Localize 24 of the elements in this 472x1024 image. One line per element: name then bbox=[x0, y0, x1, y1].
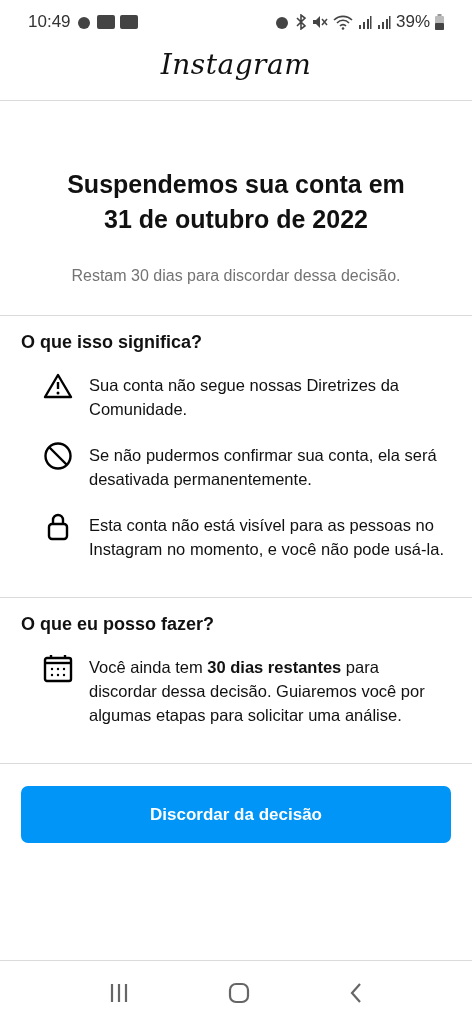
info-text: Sua conta não segue nossas Diretrizes da Comunidade. bbox=[89, 375, 401, 420]
prohibited-icon bbox=[43, 441, 73, 471]
recent-apps-icon[interactable] bbox=[109, 982, 130, 1003]
home-icon[interactable] bbox=[228, 981, 250, 1004]
warning-icon bbox=[43, 371, 73, 401]
info-text: Você ainda tem 30 dias restantes para discordar dessa decisão. Guiaremos você por algumas etapas para solicitar uma análise. bbox=[89, 657, 426, 726]
clock-time: 10:49 bbox=[28, 12, 71, 32]
wifi-icon bbox=[332, 14, 353, 30]
battery-percent: 39% bbox=[395, 12, 430, 32]
page-title: Suspendemos sua conta em 31 de outubro de 2022 bbox=[66, 169, 406, 235]
calendar-icon bbox=[43, 653, 73, 683]
mute-icon bbox=[311, 14, 328, 30]
bluetooth-icon bbox=[294, 14, 307, 30]
back-icon[interactable] bbox=[348, 981, 363, 1004]
subtitle: Restam 30 dias para discordar dessa decisão. bbox=[70, 267, 402, 285]
disagree-button[interactable]: Discordar da decisão bbox=[21, 786, 451, 843]
battery-icon bbox=[435, 14, 444, 30]
signal-icon bbox=[357, 15, 372, 29]
info-text: Se não pudermos confirmar sua conta, ela será desativada permanentemente. bbox=[89, 445, 438, 490]
info-text: Esta conta não está visível para as pessoas no Instagram no momento, e você não pode usá-la. bbox=[89, 515, 445, 560]
section-heading: O que isso significa? bbox=[21, 332, 204, 353]
signal-icon bbox=[376, 15, 391, 29]
section-heading: O que eu posso fazer? bbox=[21, 614, 216, 635]
app-logo: Instagram bbox=[160, 48, 312, 81]
